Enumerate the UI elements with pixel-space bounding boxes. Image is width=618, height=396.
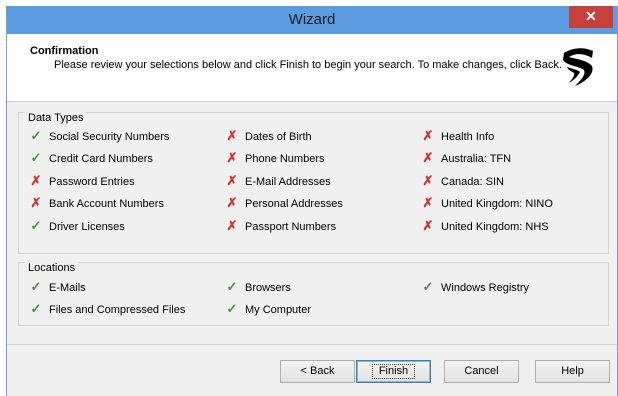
close-button[interactable]: ✕ <box>569 6 613 28</box>
cross-icon: ✗ <box>226 195 238 211</box>
help-button[interactable]: Help <box>535 360 610 383</box>
list-item: ✗ Phone Numbers <box>225 150 325 166</box>
item-label: Australia: TFN <box>441 153 512 166</box>
item-label: Canada: SIN <box>441 175 504 188</box>
wizard-window: Wizard ✕ Confirmation Please review your… <box>6 6 618 396</box>
list-item: ✗ Health Info <box>421 128 495 144</box>
checkmark-icon: ✓ <box>30 150 42 166</box>
cross-icon: ✗ <box>422 150 434 166</box>
list-item: ✗ Personal Addresses <box>225 195 343 211</box>
cross-icon: ✗ <box>422 195 434 211</box>
list-item: ✓ Windows Registry <box>421 279 529 295</box>
help-button-label: Help <box>561 365 584 377</box>
list-item: ✓ Browsers <box>225 279 291 295</box>
item-label: Health Info <box>441 131 495 143</box>
item-label: United Kingdom: NHS <box>441 220 549 233</box>
list-item: ✗ Dates of Birth <box>225 128 312 144</box>
locations-title: Locations <box>25 262 79 275</box>
page-description: Please review your selections below and … <box>54 59 562 71</box>
item-label: Dates of Birth <box>245 131 312 143</box>
list-item: ✗ Password Entries <box>29 173 135 189</box>
locations-group: Locations ✓ E-Mails ✓ Files and Compressed … <box>18 262 609 326</box>
checkmark-icon: ✓ <box>30 128 42 143</box>
item-label: Windows Registry <box>441 282 530 294</box>
cancel-button[interactable]: Cancel <box>444 360 519 383</box>
list-item: ✗ Bank Account Numbers <box>29 195 164 211</box>
list-item: ✓ E-Mails <box>29 279 86 295</box>
cancel-button-label: Cancel <box>464 365 499 377</box>
cross-icon: ✗ <box>422 172 434 188</box>
data-types-title: Data Types <box>25 112 87 125</box>
shield-logo-icon <box>563 48 593 86</box>
cross-icon: ✗ <box>30 195 42 211</box>
finish-button-label: Finish <box>371 364 416 379</box>
cross-icon: ✗ <box>226 150 238 166</box>
footer-divider <box>7 344 617 345</box>
back-button[interactable]: < Back <box>280 360 355 383</box>
checkmark-icon: ✓ <box>422 279 434 294</box>
list-item: ✗ Australia: TFN <box>421 150 512 166</box>
item-label: United Kingdom: NINO <box>441 198 553 211</box>
back-button-label: < Back <box>300 365 335 377</box>
checkmark-icon: ✓ <box>30 301 42 317</box>
list-item: ✓ Files and Compressed Files <box>29 301 186 317</box>
list-item: ✗ United Kingdom: NHS <box>421 218 549 234</box>
item-label: Credit Card Numbers <box>49 153 153 166</box>
list-item: ✗ United Kingdom: NINO <box>421 195 553 211</box>
item-label: Files and Compressed Files <box>49 304 186 317</box>
list-item: ✓ Credit Card Numbers <box>29 150 153 166</box>
checkmark-icon: ✓ <box>30 279 42 294</box>
finish-button[interactable]: Finish <box>356 360 431 383</box>
list-item: ✓ Social Security Numbers <box>29 128 170 144</box>
cross-icon: ✗ <box>226 217 238 233</box>
item-label: Driver Licenses <box>49 220 125 233</box>
cross-icon: ✗ <box>30 172 42 188</box>
list-item: ✗ Canada: SIN <box>421 173 504 189</box>
page-title: Confirmation <box>30 45 99 57</box>
item-label: Phone Numbers <box>245 153 325 166</box>
window-title: Wizard <box>288 11 336 28</box>
wizard-header: Confirmation Please review your selectio… <box>7 34 617 102</box>
list-item: ✗ Passport Numbers <box>225 217 337 234</box>
item-label: Bank Account Numbers <box>49 198 164 211</box>
cross-icon: ✗ <box>422 217 434 233</box>
data-types-group: Data Types ✓ Social Security Numbers ✓ Cred… <box>18 112 609 254</box>
checkmark-icon: ✓ <box>30 217 42 233</box>
item-label: E-Mails <box>49 282 86 294</box>
title-bar[interactable]: Wizard ✕ <box>7 6 617 34</box>
list-item: ✓ My Computer <box>225 301 311 317</box>
item-label: Personal Addresses <box>245 198 343 211</box>
close-icon: ✕ <box>585 8 597 24</box>
item-label: Passport Numbers <box>245 220 337 233</box>
item-label: Social Security Numbers <box>49 131 170 143</box>
item-label: E-Mail Addresses <box>245 175 331 188</box>
checkmark-icon: ✓ <box>226 301 238 317</box>
item-label: My Computer <box>245 304 312 317</box>
cross-icon: ✗ <box>226 172 238 188</box>
list-item: ✓ Driver Licenses <box>29 218 125 234</box>
item-label: Browsers <box>245 282 291 294</box>
cross-icon: ✗ <box>226 128 238 143</box>
cross-icon: ✗ <box>422 128 434 143</box>
item-label: Password Entries <box>49 175 135 188</box>
list-item: ✗ E-Mail Addresses <box>225 173 331 189</box>
checkmark-icon: ✓ <box>226 279 238 294</box>
